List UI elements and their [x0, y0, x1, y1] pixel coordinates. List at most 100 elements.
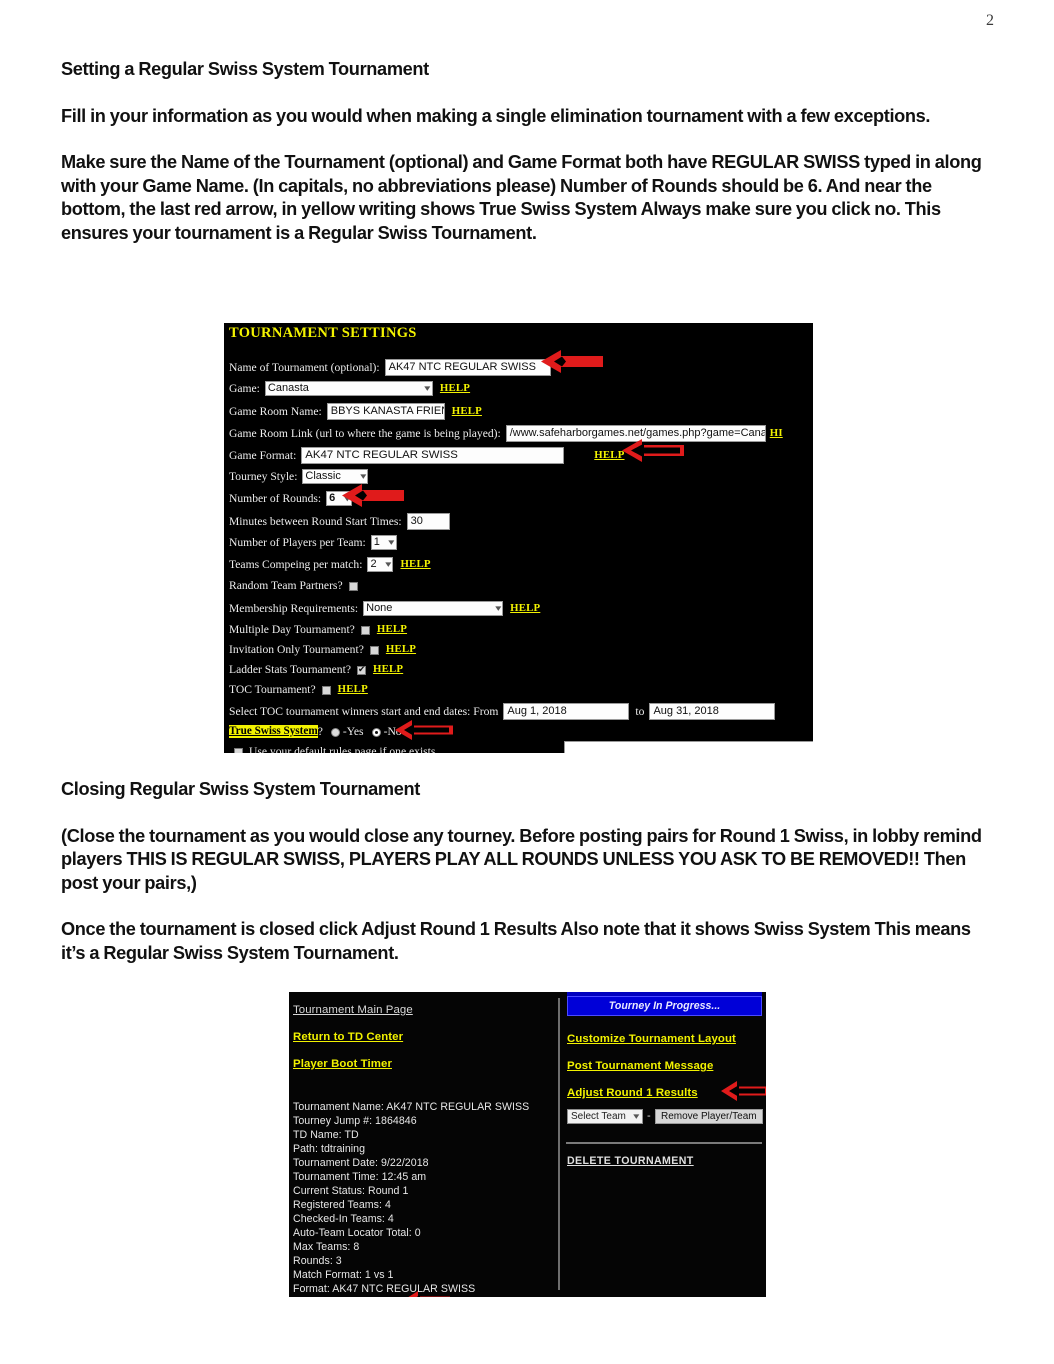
tournament-settings-title: TOURNAMENT SETTINGS [229, 325, 417, 341]
select-tourney-style[interactable]: Classic ▾ [302, 469, 369, 484]
row-toc-dates: Select TOC tournament winners start and … [229, 703, 776, 720]
info-max-teams: Max Teams: 8 [293, 1241, 360, 1253]
label-true-swiss-yes: -Yes [342, 725, 364, 738]
checkbox-default-rules-page[interactable] [234, 748, 243, 753]
help-link-multiple-day[interactable]: HELP [377, 623, 407, 636]
select-membership-requirements[interactable]: None ▾ [363, 601, 504, 616]
info-auto-team-locator: Auto-Team Locator Total: 0 [293, 1227, 421, 1239]
true-swiss-system-link[interactable]: True Swiss System [229, 725, 318, 738]
document-body-2: Closing Regular Swiss System Tournament … [61, 778, 986, 988]
label-true-swiss-question: ? [317, 725, 323, 738]
label-toc-dates-to: to [635, 705, 645, 718]
textarea-custom-message[interactable] [564, 741, 813, 753]
link-post-tournament-message[interactable]: Post Tournament Message [567, 1060, 713, 1072]
row-minutes-between-rounds: Minutes between Round Start Times: 30 [229, 513, 450, 530]
paragraph-make-sure: Make sure the Name of the Tournament (op… [61, 152, 982, 243]
row-game: Game: Canasta ▾ HELP [229, 381, 470, 396]
input-toc-date-from[interactable]: Aug 1, 2018 [503, 703, 630, 720]
link-return-to-td-center[interactable]: Return to TD Center [293, 1031, 403, 1043]
chevron-down-icon: ▾ [385, 559, 392, 569]
row-multiple-day-tournament: Multiple Day Tournament? HELP [229, 623, 407, 636]
help-link-teams-per-match[interactable]: HELP [400, 558, 430, 571]
label-number-of-rounds: Number of Rounds: [229, 492, 322, 505]
label-multiple-day-tournament: Multiple Day Tournament? [229, 623, 355, 636]
select-tourney-style-value: Classic [305, 470, 341, 482]
paragraph-close-tournament: (Close the tournament as you would close… [61, 825, 982, 893]
red-arrow-number-of-rounds [342, 483, 404, 508]
select-players-per-team-value: 1 [373, 536, 380, 548]
label-random-team-partners: Random Team Partners? [229, 579, 343, 592]
red-arrow-true-swiss-system [395, 719, 453, 741]
label-minutes-between-rounds: Minutes between Round Start Times: [229, 515, 402, 528]
info-tournament-time: Tournament Time: 12:45 am [293, 1171, 427, 1183]
label-players-per-team: Number of Players per Team: [229, 536, 366, 549]
input-name-of-tournament[interactable]: AK47 NTC REGULAR SWISS [384, 359, 551, 376]
red-arrow-game-format [622, 438, 684, 463]
red-arrow-adjust-round-1 [721, 1080, 766, 1102]
info-match-format: Match Format: 1 vs 1 [293, 1269, 394, 1281]
remove-player-team-button[interactable]: Remove Player/Team [655, 1109, 763, 1124]
select-membership-requirements-value: None [366, 602, 393, 614]
label-toc-tournament: TOC Tournament? [229, 683, 316, 696]
info-current-status: Current Status: Round 1 [293, 1185, 409, 1197]
radio-true-swiss-yes[interactable] [330, 728, 340, 737]
select-team-dropdown[interactable]: Select Team ▾ [567, 1109, 643, 1124]
info-tournament-name: Tournament Name: AK47 NTC REGULAR SWISS [293, 1101, 530, 1113]
row-membership-requirements: Membership Requirements: None ▾ HELP [229, 601, 540, 616]
chevron-down-icon: ▾ [424, 383, 431, 393]
link-adjust-round-1-results[interactable]: Adjust Round 1 Results [567, 1087, 698, 1099]
link-tournament-main-page[interactable]: Tournament Main Page [293, 1004, 413, 1016]
chevron-down-icon: ▾ [388, 537, 395, 547]
radio-true-swiss-no[interactable] [371, 728, 381, 737]
input-game-format[interactable]: AK47 NTC REGULAR SWISS [301, 447, 565, 464]
select-game[interactable]: Canasta ▾ [264, 381, 433, 396]
select-teams-per-match[interactable]: 2 ▾ [367, 557, 394, 572]
checkbox-invitation-only[interactable] [369, 646, 379, 655]
help-link-game-room-link[interactable]: HI [770, 427, 783, 440]
row-true-swiss-system: True Swiss System ? -Yes -No [229, 725, 402, 738]
row-invitation-only-tournament: Invitation Only Tournament? HELP [229, 643, 416, 656]
checkbox-random-team-partners[interactable] [348, 582, 358, 591]
input-minutes-between-rounds[interactable]: 30 [406, 513, 450, 530]
red-arrow-name-of-tournament [541, 349, 603, 374]
help-link-game-format[interactable]: HELP [594, 449, 624, 462]
panel-divider [558, 998, 560, 1290]
label-game: Game: [229, 382, 260, 395]
link-customize-tournament-layout[interactable]: Customize Tournament Layout [567, 1033, 736, 1045]
input-game-room-name[interactable]: BBYS KANASTA FRIENDS [326, 403, 445, 420]
row-game-room-link: Game Room Link (url to where the game is… [229, 425, 783, 442]
paragraph-adjust-round-1: Once the tournament is closed click Adju… [61, 919, 971, 963]
select-team-value: Select Team [571, 1111, 626, 1122]
help-link-invitation-only[interactable]: HELP [386, 643, 416, 656]
separator-dash: - [647, 1110, 651, 1122]
tournament-settings-screenshot: TOURNAMENT SETTINGS Name of Tournament (… [224, 323, 813, 753]
row-default-rules-page: Use your default rules page if one exist… [234, 745, 438, 753]
link-player-boot-timer[interactable]: Player Boot Timer [293, 1058, 392, 1070]
checkbox-multiple-day-tournament[interactable] [360, 626, 370, 635]
label-ladder-stats-tournament: Ladder Stats Tournament? [229, 663, 351, 676]
help-link-toc-tournament[interactable]: HELP [338, 683, 368, 696]
info-path: Path: tdtraining [293, 1143, 366, 1155]
checkbox-toc-tournament[interactable] [321, 686, 331, 695]
help-link-ladder-stats[interactable]: HELP [373, 663, 403, 676]
checkbox-ladder-stats[interactable] [356, 664, 366, 675]
label-game-room-link: Game Room Link (url to where the game is… [229, 427, 501, 440]
row-players-per-team: Number of Players per Team: 1 ▾ [229, 535, 397, 550]
input-toc-date-to[interactable]: Aug 31, 2018 [649, 703, 776, 720]
help-link-game-room-name[interactable]: HELP [452, 405, 482, 418]
row-name-of-tournament: Name of Tournament (optional): AK47 NTC … [229, 359, 551, 376]
info-td-name: TD Name: TD [293, 1129, 359, 1141]
row-ladder-stats-tournament: Ladder Stats Tournament? HELP [229, 663, 403, 676]
help-link-membership-requirements[interactable]: HELP [510, 602, 540, 615]
horizontal-rule [566, 1142, 762, 1144]
row-number-of-rounds: Number of Rounds: 6 ▾ [229, 491, 353, 506]
help-link-game[interactable]: HELP [440, 382, 470, 395]
page-number: 2 [986, 12, 994, 29]
row-game-room-name: Game Room Name: BBYS KANASTA FRIENDS HEL… [229, 403, 482, 420]
heading-setting-swiss: Setting a Regular Swiss System Tournamen… [61, 59, 429, 79]
label-teams-per-match: Teams Compeing per match: [229, 558, 363, 571]
link-delete-tournament[interactable]: DELETE TOURNAMENT [567, 1155, 694, 1167]
info-registered-teams: Registered Teams: 4 [293, 1199, 391, 1211]
tourney-in-progress-label: Tourney In Progress... [608, 1000, 721, 1012]
select-players-per-team[interactable]: 1 ▾ [370, 535, 397, 550]
